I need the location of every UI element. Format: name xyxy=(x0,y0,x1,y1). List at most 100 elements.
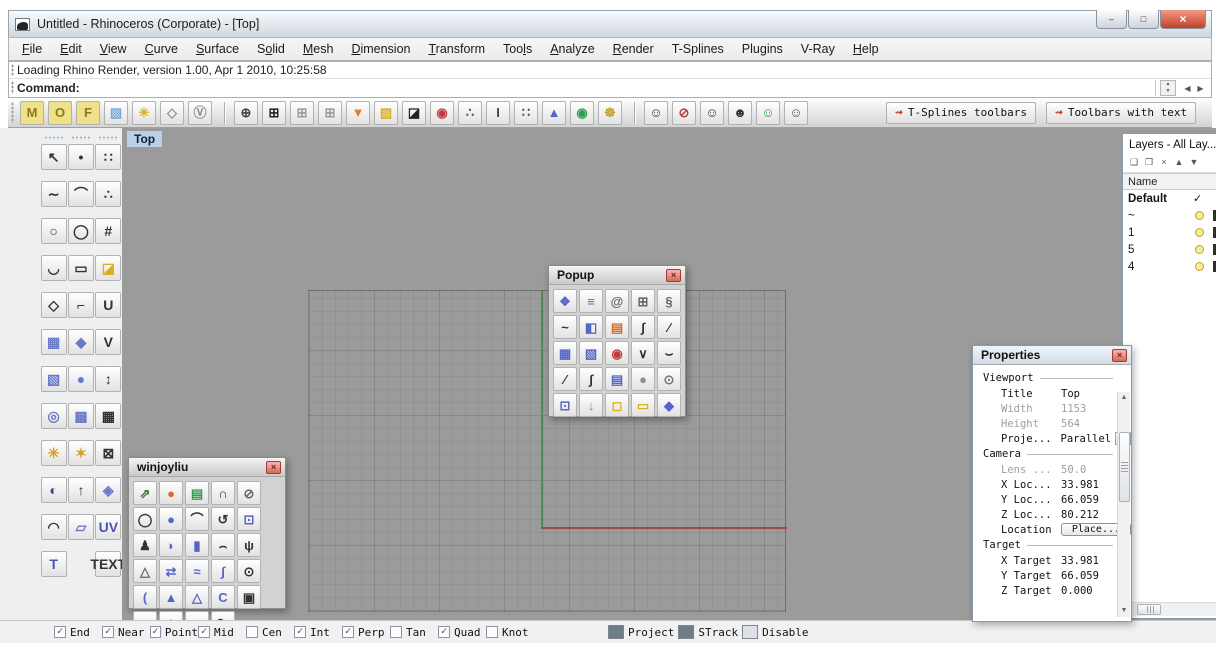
cone-line-icon[interactable]: △ xyxy=(133,559,157,583)
osnap-tan-checkbox[interactable] xyxy=(390,626,402,638)
tangent-line-icon[interactable]: ⁄ xyxy=(657,315,681,339)
ellipse-icon[interactable]: ◯ xyxy=(68,218,94,244)
curve-interpolate-icon[interactable]: ⌒ xyxy=(68,181,94,207)
arc-icon[interactable]: ◠ xyxy=(41,514,67,540)
close-icon[interactable]: × xyxy=(1160,10,1206,29)
extrude-curve-icon[interactable]: ⇗ xyxy=(133,481,157,505)
layer-row-Default[interactable]: Default✓ xyxy=(1123,190,1216,207)
grid-2-icon[interactable]: ▦ xyxy=(95,403,121,429)
menu-item-v-ray[interactable]: V-Ray xyxy=(792,39,844,59)
emap-icon[interactable]: ◉ xyxy=(605,341,629,365)
pyramid-icon[interactable]: △ xyxy=(185,585,209,609)
drape-icon[interactable]: ↓ xyxy=(579,393,603,417)
polyline-points-icon[interactable]: ~ xyxy=(553,315,577,339)
cone-blue-icon[interactable]: ▲ xyxy=(159,585,183,609)
graph-curve-icon[interactable]: ∫ xyxy=(631,315,655,339)
scroll-down-icon[interactable]: ▼ xyxy=(1121,605,1128,617)
osnap-mid[interactable]: ✓Mid xyxy=(198,626,246,639)
point-icon[interactable]: • xyxy=(68,144,94,170)
delete-layer-icon[interactable]: × xyxy=(1157,155,1171,169)
layer-visibility-bulb-icon[interactable] xyxy=(1195,211,1204,220)
menu-item-transform[interactable]: Transform xyxy=(420,39,495,59)
grid-dim-2-icon[interactable]: ⊞ xyxy=(318,101,342,125)
menu-item-plugins[interactable]: Plugins xyxy=(733,39,792,59)
properties-scrollbar[interactable]: ▲ ▼ xyxy=(1117,392,1130,617)
grid-icon[interactable]: # xyxy=(95,218,121,244)
bend-icon[interactable]: ( xyxy=(133,585,157,609)
minimize-icon[interactable]: ‒ xyxy=(1096,10,1127,29)
swatch-uv-icon[interactable]: ◪ xyxy=(95,255,121,281)
gear-icon[interactable]: ☸ xyxy=(598,101,622,125)
sphere-gray-icon[interactable]: ● xyxy=(631,367,655,391)
command-line[interactable]: Command: ▲ ▼ ◀ ▶ xyxy=(9,79,1211,96)
tag-f-icon[interactable]: F xyxy=(76,101,100,125)
osnap-int[interactable]: ✓Int xyxy=(294,626,342,639)
layer-row-tilde[interactable]: ~ xyxy=(1123,207,1216,224)
osnap-knot-checkbox[interactable] xyxy=(486,626,498,638)
explode-2-icon[interactable]: ✶ xyxy=(68,440,94,466)
osnap-quad-checkbox[interactable]: ✓ xyxy=(438,626,450,638)
osnap-near-checkbox[interactable]: ✓ xyxy=(102,626,114,638)
box-mesh-icon[interactable]: ⊡ xyxy=(553,393,577,417)
grid-dim-1-icon[interactable]: ⊞ xyxy=(290,101,314,125)
wire-cylinder-icon[interactable]: ⊞ xyxy=(631,289,655,313)
project-toggle-button[interactable]: Project xyxy=(608,625,674,639)
named-view-rotate-icon[interactable]: ☺ xyxy=(644,101,668,125)
rectangle-icon[interactable]: ▭ xyxy=(68,255,94,281)
next-command-icon[interactable]: ▶ xyxy=(1194,84,1207,93)
blob-icon[interactable]: ◗ xyxy=(159,533,183,557)
winjoyliu-close-icon[interactable]: × xyxy=(266,461,281,474)
patch-blue-icon[interactable]: ◆ xyxy=(657,393,681,417)
radius-icon[interactable]: ⊕ xyxy=(234,101,258,125)
circle-icon[interactable]: ○ xyxy=(41,218,67,244)
cube-icon[interactable]: ▧ xyxy=(104,101,128,125)
menu-item-edit[interactable]: Edit xyxy=(51,39,91,59)
popup-title-bar[interactable]: Popup × xyxy=(549,266,685,285)
comb-icon[interactable]: ⌢ xyxy=(211,533,235,557)
menu-item-curve[interactable]: Curve xyxy=(136,39,187,59)
handle-v-icon[interactable]: ∨ xyxy=(631,341,655,365)
menu-item-help[interactable]: Help xyxy=(844,39,888,59)
patch-corner-icon[interactable]: ▧ xyxy=(579,341,603,365)
named-view-flag-icon[interactable]: ☺ xyxy=(756,101,780,125)
menu-item-surface[interactable]: Surface xyxy=(187,39,248,59)
menu-item-mesh[interactable]: Mesh xyxy=(294,39,343,59)
named-view-disable-icon[interactable]: ⊘ xyxy=(672,101,696,125)
polygon-icon[interactable]: ◇ xyxy=(41,292,67,318)
cage-edit-icon[interactable]: ⊡ xyxy=(237,507,261,531)
point-cloud-icon[interactable]: ∴ xyxy=(458,101,482,125)
vscroll-thumb[interactable] xyxy=(1119,432,1130,502)
ellipsoid-icon[interactable]: ◯ xyxy=(133,507,157,531)
menu-item-view[interactable]: View xyxy=(91,39,136,59)
osnap-near[interactable]: ✓Near xyxy=(102,626,150,639)
property-value[interactable]: Parallel xyxy=(1061,433,1112,445)
move-layer-down-icon[interactable]: ▼ xyxy=(1187,155,1201,169)
torus-icon[interactable]: ◎ xyxy=(41,403,67,429)
layer-visibility-bulb-icon[interactable] xyxy=(1195,262,1204,271)
flip-icon[interactable]: ⇄ xyxy=(159,559,183,583)
cylinder-icon[interactable]: ▮ xyxy=(185,533,209,557)
winjoyliu-title-bar[interactable]: winjoyliu × xyxy=(129,458,285,477)
osnap-perp[interactable]: ✓Perp xyxy=(342,626,390,639)
menu-item-solid[interactable]: Solid xyxy=(248,39,294,59)
drag-handle[interactable] xyxy=(11,64,14,76)
tsplines-toolbars-button[interactable]: ⇝ T-Splines toolbars xyxy=(886,102,1036,124)
menu-item-t-splines[interactable]: T-Splines xyxy=(663,39,733,59)
polysurface-icon[interactable]: ▩ xyxy=(68,403,94,429)
prev-command-icon[interactable]: ◀ xyxy=(1181,84,1194,93)
osnap-cen[interactable]: Cen xyxy=(246,626,294,639)
patch-3-icon[interactable]: ◈ xyxy=(95,477,121,503)
text-icon[interactable]: T xyxy=(41,551,67,577)
layers-panel-title[interactable]: Layers - All Lay... xyxy=(1123,134,1216,153)
scroll-up-icon[interactable]: ▲ xyxy=(1121,392,1128,404)
strack-toggle-button[interactable]: STrack xyxy=(678,625,738,639)
surface-rainbow-icon[interactable]: ▤ xyxy=(185,481,209,505)
grid-plane-icon[interactable]: ▦ xyxy=(553,341,577,365)
properties-close-icon[interactable]: × xyxy=(1112,349,1127,362)
eye-icon[interactable]: ⊙ xyxy=(657,367,681,391)
plane-yellow-icon[interactable]: ▭ xyxy=(631,393,655,417)
grid-snap-icon[interactable]: ⊞ xyxy=(262,101,286,125)
check-v-icon[interactable]: Ⓥ xyxy=(188,101,212,125)
circle-radius-icon[interactable]: ⊙ xyxy=(237,559,261,583)
sphere-icon[interactable]: ● xyxy=(68,366,94,392)
